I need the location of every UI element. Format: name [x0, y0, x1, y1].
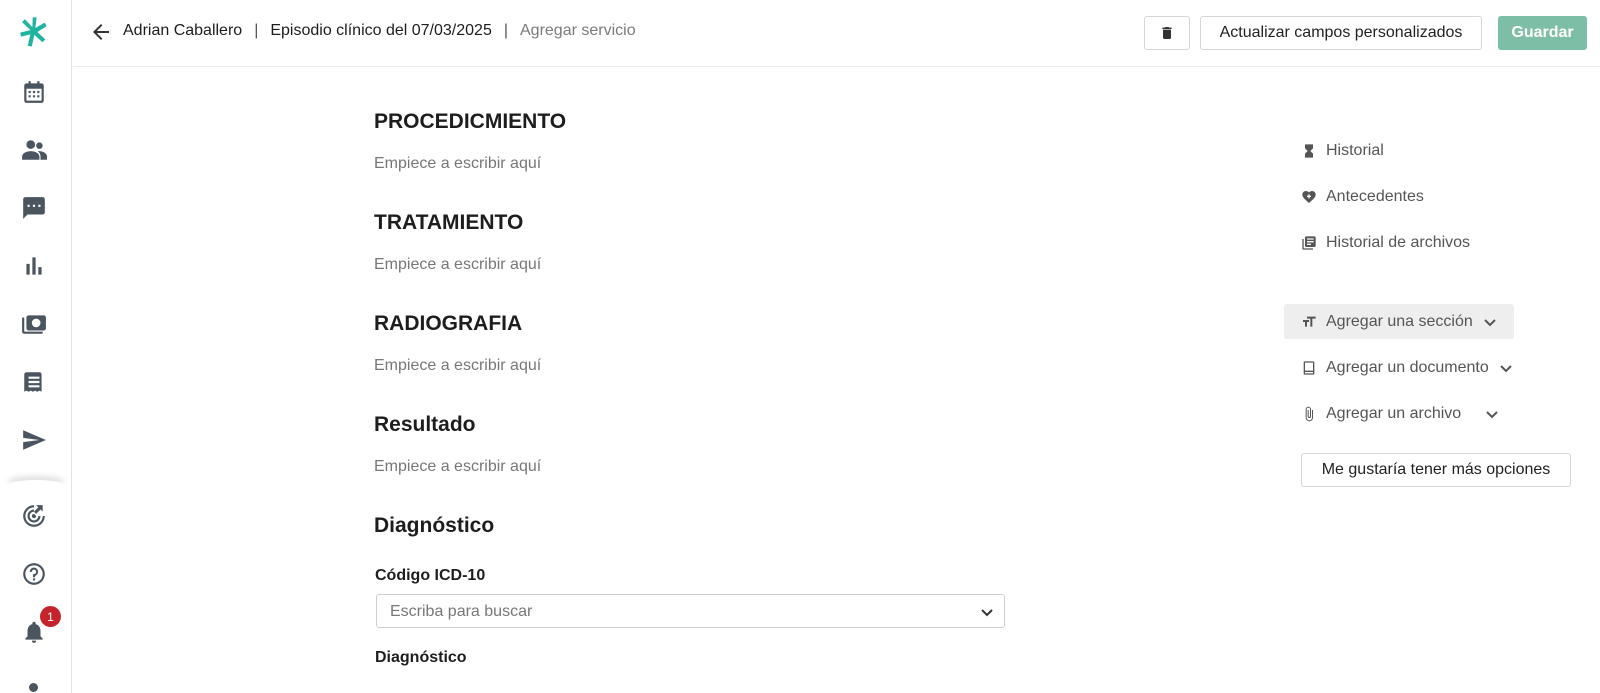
document-icon: [1300, 359, 1318, 377]
background-link[interactable]: Antecedentes: [1300, 185, 1424, 209]
section-text-input[interactable]: Empiece a escribir aquí: [374, 256, 541, 274]
add-service-link[interactable]: Agregar servicio: [520, 22, 636, 40]
heart-medical-icon: [1300, 188, 1318, 206]
section-title: PROCEDICMIENTO: [374, 110, 567, 133]
calendar-icon[interactable]: [18, 76, 50, 108]
chat-icon[interactable]: [18, 192, 50, 224]
help-icon[interactable]: [18, 558, 50, 590]
delete-button[interactable]: [1144, 16, 1190, 50]
chevron-down-icon: [1499, 361, 1513, 375]
section-text-input[interactable]: Empiece a escribir aquí: [374, 155, 541, 173]
update-custom-fields-button[interactable]: Actualizar campos personalizados: [1200, 16, 1482, 50]
sidebar-divider: [8, 480, 64, 490]
files-history-label: Historial de archivos: [1326, 234, 1471, 251]
reports-icon[interactable]: [18, 250, 50, 282]
top-header: Adrian Caballero | Episodio clínico del …: [73, 0, 1600, 67]
diagnosis-title: Diagnóstico: [374, 514, 495, 537]
files-history-link[interactable]: Historial de archivos: [1300, 231, 1470, 255]
episode-title[interactable]: Episodio clínico del 07/03/2025: [270, 22, 492, 40]
breadcrumb: Adrian Caballero | Episodio clínico del …: [123, 22, 636, 40]
section-title: RADIOGRAFIA: [374, 312, 523, 335]
logo-icon[interactable]: [18, 16, 50, 48]
icd-code-label: Código ICD-10: [375, 567, 486, 584]
add-file-label: Agregar un archivo: [1326, 405, 1462, 422]
status-dot: [29, 683, 38, 692]
add-section-dropdown[interactable]: Agregar una sección: [1300, 310, 1497, 334]
send-icon[interactable]: [18, 424, 50, 456]
section-text-input[interactable]: Empiece a escribir aquí: [374, 357, 541, 375]
patients-icon[interactable]: [18, 134, 50, 166]
save-button[interactable]: Guardar: [1498, 16, 1587, 50]
hourglass-icon: [1300, 142, 1318, 160]
more-options-button[interactable]: Me gustaría tener más opciones: [1301, 453, 1571, 487]
paperclip-icon: [1300, 405, 1318, 423]
sidebar: 1: [0, 0, 72, 693]
section-text-input[interactable]: Empiece a escribir aquí: [374, 458, 541, 476]
progress-icon[interactable]: [18, 500, 50, 532]
background-label: Antecedentes: [1326, 188, 1424, 205]
breadcrumb-separator: |: [254, 22, 259, 39]
records-icon[interactable]: [18, 366, 50, 398]
text-size-icon: [1300, 313, 1318, 331]
icd-code-placeholder: Escriba para buscar: [390, 603, 533, 620]
add-document-label: Agregar un documento: [1326, 359, 1489, 376]
billing-icon[interactable]: [18, 308, 50, 340]
history-label: Historial: [1326, 142, 1384, 159]
chevron-down-icon: [1483, 315, 1497, 329]
section-title: Resultado: [374, 413, 476, 436]
chevron-down-icon: [1485, 407, 1499, 421]
diagnosis-label: Diagnóstico: [375, 649, 467, 666]
chevron-down-icon: [980, 605, 994, 619]
breadcrumb-separator: |: [503, 22, 508, 39]
add-document-dropdown[interactable]: Agregar un documento: [1300, 356, 1513, 380]
add-section-label: Agregar una sección: [1326, 313, 1473, 330]
notification-badge: 1: [40, 606, 61, 627]
file-copy-icon: [1300, 234, 1318, 252]
trash-icon: [1162, 27, 1172, 39]
icd-code-select[interactable]: Escriba para buscar: [376, 594, 1005, 628]
back-arrow-icon[interactable]: [89, 20, 113, 44]
patient-name[interactable]: Adrian Caballero: [123, 22, 242, 40]
add-file-dropdown[interactable]: Agregar un archivo: [1300, 402, 1499, 426]
history-link[interactable]: Historial: [1300, 139, 1384, 163]
section-title: TRATAMIENTO: [374, 211, 524, 234]
